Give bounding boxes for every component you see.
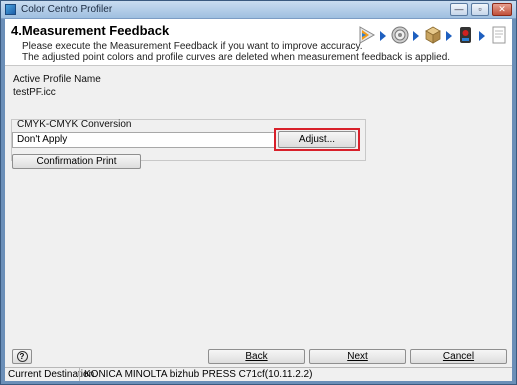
app-window: Color Centro Profiler — ▫ ✕ 4.Measuremen…: [0, 0, 517, 385]
cancel-button[interactable]: Cancel: [410, 349, 507, 364]
help-button[interactable]: ?: [12, 349, 32, 364]
page-title: 4.Measurement Feedback: [11, 23, 170, 38]
minimize-button[interactable]: —: [450, 3, 468, 16]
back-button[interactable]: Back: [208, 349, 305, 364]
destination-label: Current Destination: [8, 369, 95, 380]
wizard-client-area: 4.Measurement Feedback Please execute th…: [5, 19, 512, 381]
window-title: Color Centro Profiler: [21, 4, 113, 15]
step-arrow-icon: [446, 31, 452, 41]
status-divider: [79, 368, 80, 381]
close-button[interactable]: ✕: [492, 3, 512, 16]
confirmation-print-button[interactable]: Confirmation Print: [12, 154, 141, 169]
help-icon: ?: [16, 351, 28, 362]
destination-value: KONICA MINOLTA bizhub PRESS C71cf(10.11.…: [84, 369, 313, 380]
spectrum-icon: [357, 25, 377, 45]
step-arrow-icon: [380, 31, 386, 41]
conversion-value-field[interactable]: Don't Apply: [12, 132, 276, 148]
adjust-highlight-box: [274, 128, 360, 151]
status-bar: Current Destination KONICA MINOLTA bizhu…: [5, 367, 512, 381]
cmyk-conversion-label: CMYK-CMYK Conversion: [17, 119, 132, 130]
active-profile-value: testPF.icc: [13, 87, 56, 98]
restore-button[interactable]: ▫: [471, 3, 489, 16]
document-icon: [489, 25, 509, 45]
step-progress: [357, 23, 507, 51]
gear-icon: [390, 25, 410, 45]
description-line-1: Please execute the Measurement Feedback …: [22, 41, 363, 52]
active-profile-label: Active Profile Name: [13, 74, 101, 85]
app-icon: [5, 4, 16, 15]
description-line-2: The adjusted point colors and profile cu…: [22, 52, 451, 63]
step-arrow-icon: [479, 31, 485, 41]
measure-device-icon: [456, 25, 476, 45]
next-button[interactable]: Next: [309, 349, 406, 364]
title-bar[interactable]: Color Centro Profiler — ▫ ✕: [1, 1, 516, 19]
step-header: 4.Measurement Feedback Please execute th…: [5, 19, 512, 66]
printer-box-icon: [423, 25, 443, 45]
wizard-body: Active Profile Name testPF.icc CMYK-CMYK…: [5, 67, 512, 381]
step-arrow-icon: [413, 31, 419, 41]
